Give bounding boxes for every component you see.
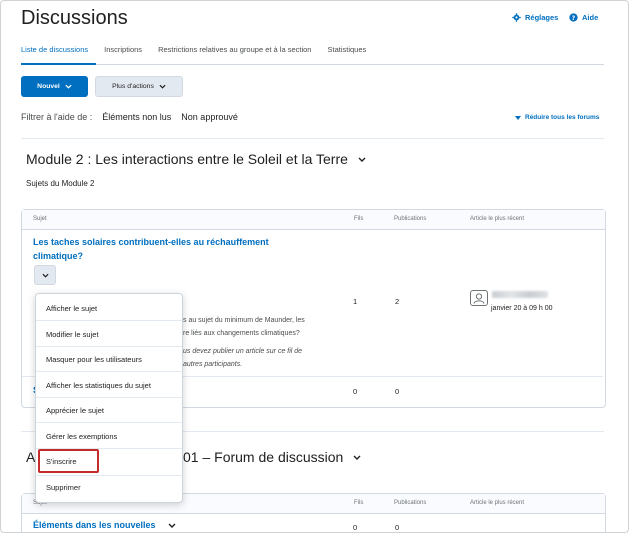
topic-threads-count: 1 — [353, 297, 358, 306]
more-actions-button[interactable]: Plus d'actions — [95, 76, 183, 97]
forum2-topic-title-link[interactable]: Éléments dans les nouvelles — [33, 518, 176, 532]
tab-subscriptions[interactable]: Inscriptions — [96, 43, 150, 65]
author-name-redacted — [492, 291, 548, 298]
forum2-topic-title: Éléments dans les nouvelles — [33, 520, 156, 530]
column-threads: Fils — [354, 500, 364, 506]
settings-label: Réglages — [525, 13, 559, 22]
topic-title-line2: climatique? — [33, 251, 84, 261]
menu-item-delete[interactable]: Supprimer — [36, 475, 182, 500]
user-icon — [473, 292, 485, 304]
collapse-all-label: Réduire tous les forums — [525, 114, 600, 121]
topic-note-line1: us devez publier un article sur ce fil d… — [183, 348, 303, 355]
topic2-threads-count: 0 — [353, 387, 358, 396]
chevron-down-icon — [41, 273, 49, 278]
forum-title[interactable]: Module 2 : Les interactions entre le Sol… — [26, 151, 366, 167]
forum2-title-text: 01 – Forum de discussion — [183, 449, 344, 465]
filter-row: Filtrer à l'aide de : Éléments non lus N… — [21, 112, 238, 122]
tab-discussion-list[interactable]: Liste de discussions — [21, 43, 97, 65]
menu-item-subscribe[interactable]: S'inscrire — [36, 449, 182, 474]
topic-title-line1: Les taches solaires contribuent-elles au… — [33, 237, 269, 247]
column-recent: Article le plus récent — [470, 500, 525, 506]
topic-title-link[interactable]: Les taches solaires contribuent-elles au… — [33, 235, 269, 263]
chevron-down-icon — [159, 84, 166, 89]
topic-context-menu-button[interactable] — [34, 265, 56, 285]
column-subject: Sujet — [33, 216, 47, 222]
help-link[interactable]: ? Aide — [569, 13, 598, 22]
menu-item-hide-from-users[interactable]: Masquer pour les utilisateurs — [36, 347, 182, 372]
tab-bar: Liste de discussions Inscriptions Restri… — [21, 43, 604, 65]
chevron-down-icon — [353, 455, 361, 460]
topic2-posts-count: 0 — [395, 387, 400, 396]
tab-restrictions[interactable]: Restrictions relatives au groupe et à la… — [150, 43, 319, 65]
avatar — [470, 290, 488, 306]
collapse-all-forums-link[interactable]: Réduire tous les forums — [515, 114, 599, 121]
help-icon: ? — [569, 13, 578, 22]
menu-item-view-topic[interactable]: Afficher le sujet — [36, 296, 182, 321]
forum2-topic-posts-count: 0 — [395, 523, 400, 532]
topic-description: s au sujet du minimum de Maunder, les re… — [183, 314, 305, 340]
topic-note: us devez publier un article sur ce fil d… — [183, 345, 302, 371]
svg-text:?: ? — [572, 15, 576, 22]
topic-description-line1: s au sujet du minimum de Maunder, les — [183, 317, 305, 324]
topic-description-line2: re liés aux changements climatiques? — [183, 330, 300, 337]
column-posts: Publications — [394, 216, 427, 222]
column-threads: Fils — [354, 216, 364, 222]
topic-note-line2: autres participants. — [183, 361, 243, 368]
forum2-title-prefix: A — [26, 449, 36, 465]
topic-posts-count: 2 — [395, 297, 400, 306]
caret-down-icon — [515, 115, 521, 120]
filter-label: Filtrer à l'aide de : — [21, 112, 93, 122]
filter-unread-option[interactable]: Éléments non lus — [102, 112, 171, 122]
gear-icon — [512, 13, 521, 22]
new-button[interactable]: Nouvel — [21, 76, 88, 97]
menu-item-rate-topic[interactable]: Apprécier le sujet — [36, 398, 182, 423]
chevron-down-icon — [65, 84, 72, 89]
forum2-topic-threads-count: 0 — [353, 523, 358, 532]
forum-title-text: Module 2 : Les interactions entre le Sol… — [26, 151, 348, 167]
page-title: Discussions — [21, 7, 128, 29]
settings-link[interactable]: Réglages — [512, 13, 558, 22]
column-posts: Publications — [394, 500, 427, 506]
chevron-down-icon — [168, 523, 176, 528]
filter-unapproved-option[interactable]: Non approuvé — [181, 112, 238, 122]
help-label: Aide — [582, 13, 599, 22]
discussions-page: Discussions Réglages ? Aide Liste de dis… — [0, 0, 629, 533]
topic-context-menu: Afficher le sujet Modifier le sujet Masq… — [35, 293, 183, 503]
tab-statistics[interactable]: Statistiques — [319, 43, 374, 65]
forum2-title-rest[interactable]: 01 – Forum de discussion — [183, 449, 361, 465]
menu-item-manage-exemptions[interactable]: Gérer les exemptions — [36, 424, 182, 449]
new-button-label: Nouvel — [37, 83, 60, 90]
forum-subtitle: Sujets du Module 2 — [26, 179, 95, 188]
menu-item-edit-topic[interactable]: Modifier le sujet — [36, 322, 182, 347]
more-actions-label: Plus d'actions — [112, 83, 154, 90]
chevron-down-icon — [358, 157, 366, 162]
column-recent: Article le plus récent — [470, 216, 525, 222]
recent-post-date: janvier 20 à 09 h 00 — [491, 305, 553, 312]
menu-item-topic-statistics[interactable]: Afficher les statistiques du sujet — [36, 373, 182, 398]
forum2-title[interactable]: A — [26, 449, 35, 465]
table-header: Sujet Fils Publications Article le plus … — [22, 210, 605, 230]
divider — [21, 138, 604, 139]
